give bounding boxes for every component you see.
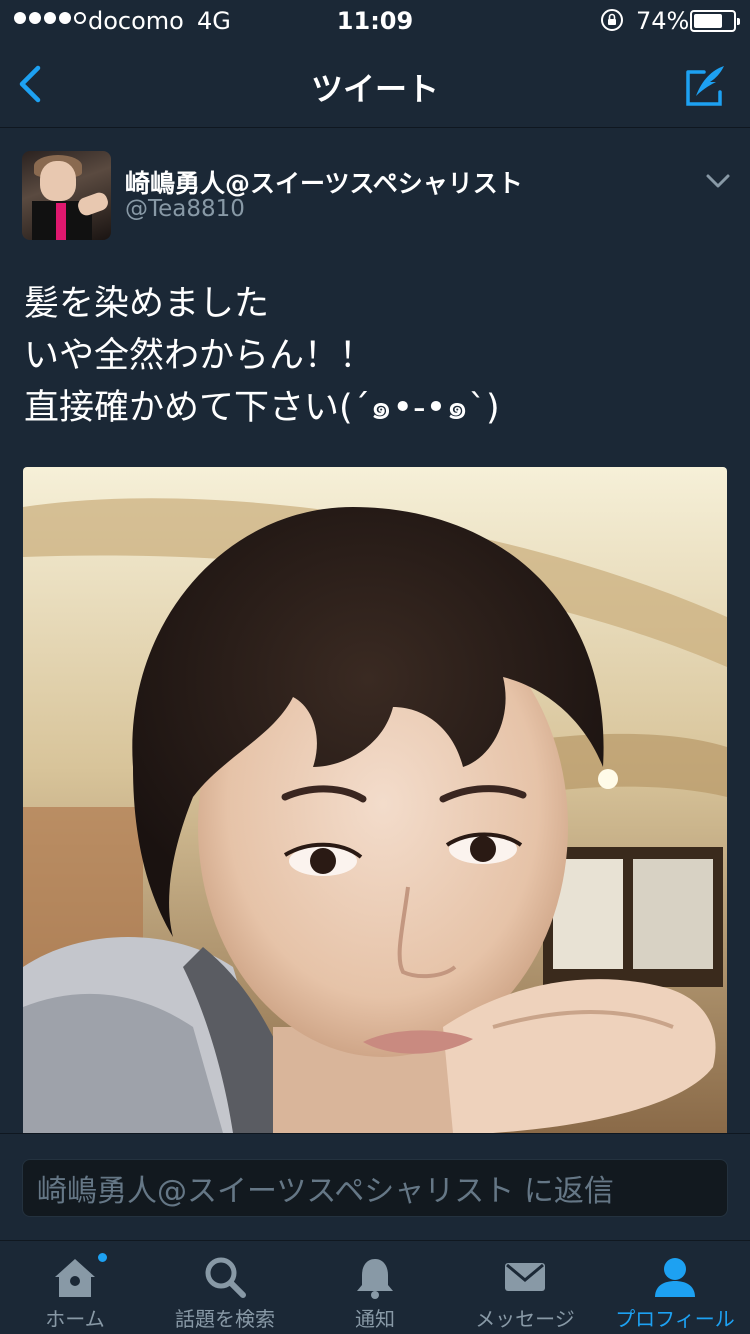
chevron-down-icon[interactable] <box>704 170 732 192</box>
tweet-text-line: 直接確かめて下さい(´๑•-•๑`) <box>24 388 500 428</box>
selfie-image <box>23 467 727 1133</box>
tweet-text: 髪を染めました いや全然わからん！！ 直接確かめて下さい(´๑•-•๑`) <box>24 278 724 434</box>
author-avatar[interactable] <box>22 151 111 240</box>
page-title: ツイート <box>310 70 439 108</box>
reply-bar: 崎嶋勇人@スイーツスペシャリスト に返信 <box>0 1133 750 1240</box>
tab-bar: ホーム 話題を検索 通知 メッセージ プロフィール <box>0 1240 750 1334</box>
tweet-text-line: いや全然わからん！！ <box>24 336 375 376</box>
tab-search[interactable]: 話題を検索 <box>150 1241 300 1334</box>
battery-icon <box>690 10 740 32</box>
notification-badge <box>96 1251 109 1264</box>
tweet-photo[interactable] <box>23 467 727 1133</box>
status-bar: docomo 4G 11:09 74% <box>0 0 750 40</box>
author-display-name[interactable]: 崎嶋勇人@スイーツスペシャリスト <box>125 164 523 200</box>
bell-icon <box>357 1259 393 1299</box>
tab-messages[interactable]: メッセージ <box>450 1241 600 1334</box>
reply-input[interactable]: 崎嶋勇人@スイーツスペシャリスト に返信 <box>22 1159 728 1217</box>
envelope-icon <box>505 1263 545 1291</box>
tab-label: プロフィール <box>615 1307 735 1331</box>
author-handle[interactable]: @Tea8810 <box>125 196 245 222</box>
tab-label: 話題を検索 <box>175 1307 275 1331</box>
tab-label: ホーム <box>45 1307 105 1331</box>
battery-percent: 74% <box>636 7 690 35</box>
compose-quill-icon[interactable] <box>682 62 730 110</box>
profile-icon <box>655 1258 695 1297</box>
tweet-text-line: 髪を染めました <box>24 284 270 324</box>
home-icon <box>55 1259 95 1297</box>
rotation-lock-icon <box>601 9 623 31</box>
search-icon <box>205 1257 246 1298</box>
tab-label: 通知 <box>355 1307 395 1331</box>
tab-label: メッセージ <box>475 1307 575 1331</box>
navigation-bar: ツイート <box>0 40 750 128</box>
tab-profile[interactable]: プロフィール <box>600 1241 750 1334</box>
tab-notifications[interactable]: 通知 <box>300 1241 450 1334</box>
tab-home[interactable]: ホーム <box>0 1241 150 1334</box>
